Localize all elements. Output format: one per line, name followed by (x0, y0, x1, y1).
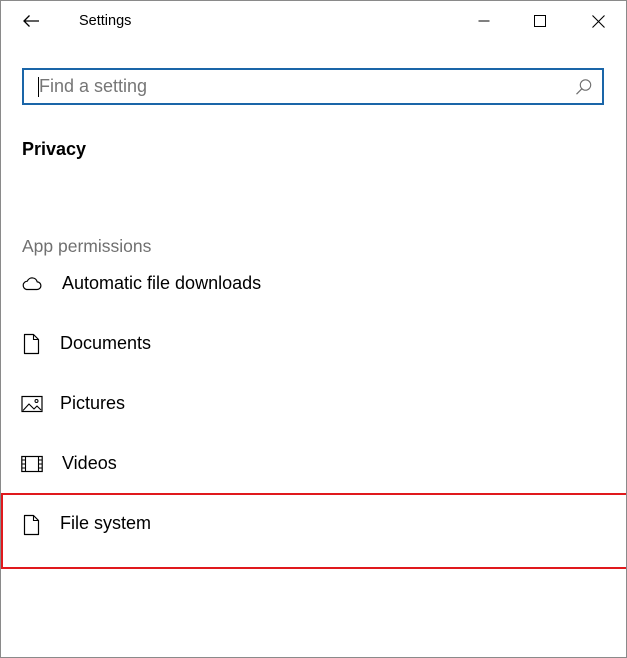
nav-item-label: Videos (62, 453, 117, 473)
nav-item-automatic-file-downloads[interactable]: Automatic file downloads (1, 254, 626, 314)
search-box[interactable] (22, 68, 604, 105)
cloud-icon (22, 277, 42, 291)
search-input[interactable] (24, 70, 564, 103)
back-arrow-icon (23, 15, 39, 27)
search-icon[interactable] (575, 78, 593, 96)
document-icon (23, 333, 40, 355)
back-button[interactable] (13, 5, 49, 37)
nav-item-pictures[interactable]: Pictures (1, 374, 626, 434)
title-bar: Settings (1, 1, 626, 43)
settings-window: Settings Privacy App permissions (0, 0, 627, 658)
nav-item-label: Pictures (60, 393, 126, 413)
maximize-icon (534, 15, 546, 27)
nav-item-label: File system (60, 513, 152, 533)
maximize-button[interactable] (517, 1, 563, 41)
nav-item-file-system[interactable]: File system (1, 494, 626, 567)
close-button[interactable] (575, 1, 621, 41)
nav-item-label: Documents (60, 333, 152, 353)
page-title: Privacy (22, 139, 87, 159)
minimize-button[interactable] (461, 1, 507, 41)
picture-icon (21, 395, 43, 413)
file-icon (23, 514, 40, 536)
video-icon (21, 455, 43, 473)
close-icon (591, 14, 605, 28)
text-caret (38, 77, 39, 97)
minimize-icon (478, 20, 490, 22)
nav-item-documents[interactable]: Documents (1, 314, 626, 374)
window-title: Settings (79, 13, 132, 29)
nav-item-label: Automatic file downloads (62, 273, 262, 293)
nav-item-videos[interactable]: Videos (1, 434, 626, 494)
